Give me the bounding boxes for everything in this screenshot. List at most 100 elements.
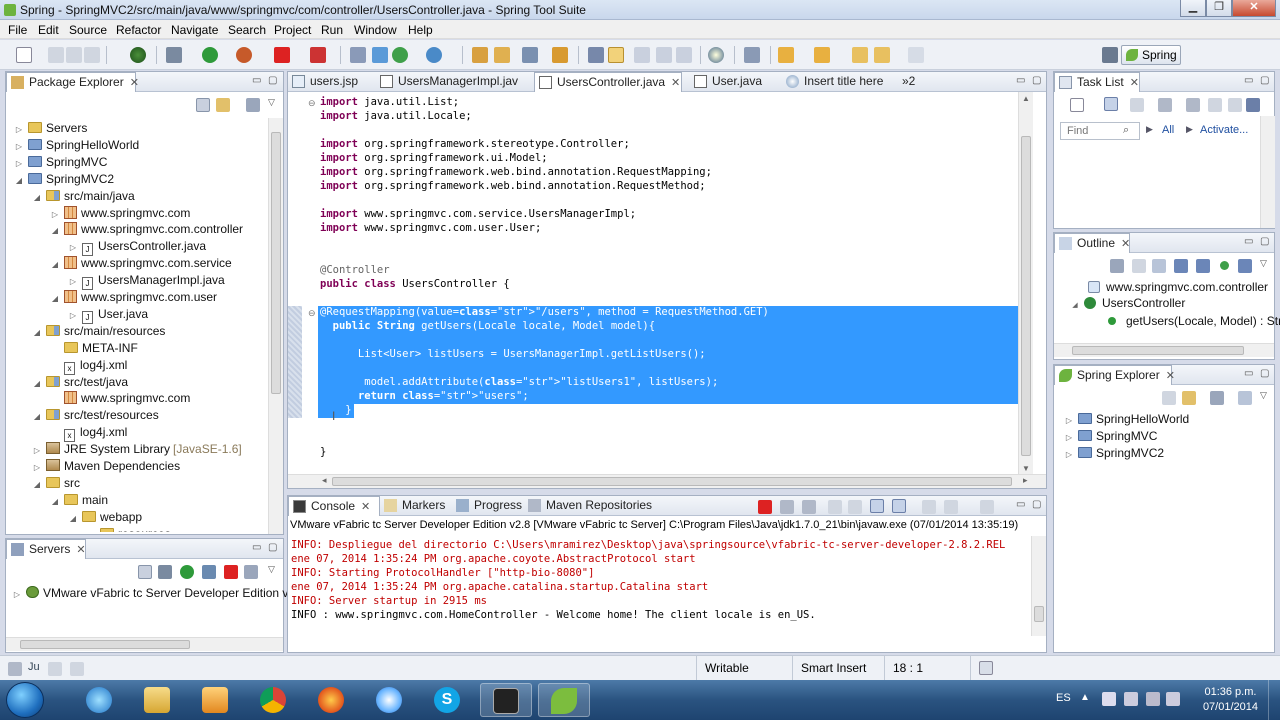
taskbar-explorer[interactable] [132,683,184,717]
expand-icon[interactable]: ▷ [14,155,24,172]
package-explorer-item[interactable]: ▷ SpringMVC [14,154,107,171]
minimize-icon[interactable]: ▭ [1016,499,1025,510]
new-task-icon[interactable] [1070,98,1084,112]
menu-project[interactable]: Project [274,23,311,37]
maximize-icon[interactable]: ▢ [268,542,277,553]
outline-item[interactable]: getUsers(Locale, Model) : Stri [1108,313,1280,330]
link-with-editor-icon[interactable] [216,98,230,112]
open-type-icon[interactable] [472,47,488,63]
remove-all-icon[interactable] [802,500,816,514]
package-explorer-item[interactable]: ▷ J UsersController.java [68,238,206,257]
minimize-icon[interactable]: ▭ [1244,236,1253,247]
spring-project-item[interactable]: ▷ SpringMVC2 [1064,445,1164,462]
package-explorer-item[interactable]: ▷ www.springmvc.com [50,205,190,222]
hide-static-icon[interactable] [1196,259,1210,273]
tab-console[interactable]: Console ✕ [288,496,380,516]
restore-button[interactable]: ❐ [1206,0,1232,17]
expand-icon[interactable]: ◢ [50,256,60,273]
close-icon[interactable]: ✕ [76,544,85,556]
package-explorer-item[interactable]: ◢ www.springmvc.com.user [50,289,217,306]
tab-userscontroller[interactable]: UsersController.java ✕ [534,72,682,92]
stop-icon[interactable] [274,47,290,63]
expand-icon[interactable]: ◢ [50,222,60,239]
spring-project-item[interactable]: ▷ SpringHelloWorld [1064,411,1189,428]
hide-fields-icon[interactable] [1174,259,1188,273]
filter-all-link[interactable]: All [1162,124,1174,136]
tab-package-explorer[interactable]: Package Explorer ✕ [6,72,139,92]
expand-icon[interactable]: ◢ [32,408,42,425]
package-explorer-item[interactable]: ◢ src/test/java [32,374,128,391]
clock[interactable]: 01:36 p.m. 07/01/2014 [1203,685,1258,715]
minimize-button[interactable]: ▁ [1180,0,1206,17]
sync-icon[interactable] [1228,98,1242,112]
outline-item[interactable]: www.springmvc.com.controller [1088,279,1268,296]
close-icon[interactable]: ✕ [361,501,370,513]
package-explorer-item[interactable]: ◢ src/main/java [32,188,135,205]
maximize-icon[interactable]: ▢ [1032,75,1041,86]
hide-local-types-icon[interactable] [1238,259,1252,273]
terminate-icon[interactable] [758,500,772,514]
package-explorer-item[interactable]: ◢ www.springmvc.com.service [50,255,232,272]
chevron-down-icon[interactable]: ▽ [1260,258,1267,269]
open-folder-icon[interactable] [552,47,568,63]
maximize-icon[interactable]: ▢ [1260,368,1269,379]
external-tools-icon[interactable] [236,47,252,63]
open-task-icon[interactable] [494,47,510,63]
taskbar-chrome[interactable] [248,683,300,717]
package-explorer-item[interactable]: ▷ JRE System Library [JavaSE-1.6] [32,441,242,458]
remove-launch-icon[interactable] [780,500,794,514]
package-explorer-item[interactable]: x log4j.xml [50,424,127,443]
open-perspective-icon[interactable] [1102,47,1118,63]
chevron-down-icon[interactable]: ▽ [268,97,275,108]
back-icon[interactable] [874,47,890,63]
filter-icon[interactable] [1210,391,1224,405]
taskbar-itunes[interactable] [364,683,416,717]
taskbar-firefox[interactable] [306,683,358,717]
expand-icon[interactable]: ◢ [14,172,24,189]
show-on-stdout-icon[interactable] [870,499,884,513]
refresh-icon[interactable] [426,47,442,63]
categorized-icon[interactable] [1104,97,1118,111]
collapse-all-icon[interactable] [196,98,210,112]
expand-icon[interactable]: ▷ [14,121,24,138]
activate-link[interactable]: Activate... [1200,124,1248,136]
expand-icon[interactable]: ◢ [68,510,78,527]
memory-icon[interactable] [979,661,993,675]
power-icon[interactable] [1166,692,1180,706]
expand-icon[interactable]: ◢ [32,189,42,206]
print-icon[interactable] [84,47,100,63]
package-explorer-item[interactable]: META-INF [50,340,138,357]
close-icon[interactable]: ✕ [671,77,680,89]
hide-completed-icon[interactable] [1158,98,1172,112]
taskbar-ie[interactable] [74,683,126,717]
scrollbar-thumb[interactable] [1034,606,1044,622]
prev-annotation-icon[interactable] [814,47,830,63]
server-row[interactable]: ▷ VMware vFabric tc Server Developer Edit… [12,585,305,602]
outline-item[interactable]: ◢ UsersController [1070,295,1185,312]
new-class-icon[interactable] [392,47,408,63]
editor-hscrollbar[interactable]: ◂ ▸ [288,474,1046,488]
pin-console-icon[interactable] [922,500,936,514]
package-explorer-item[interactable]: ◢ src/main/resources [32,323,165,340]
menu-file[interactable]: File [8,23,27,37]
minimize-icon[interactable]: ▭ [1244,368,1253,379]
mark-occurrences-icon[interactable] [608,47,624,63]
expand-icon[interactable]: ▷ [32,459,42,476]
save-icon[interactable] [48,47,64,63]
scrollbar-thumb[interactable] [20,640,190,649]
console-output[interactable]: INFO: Despliegue del directorio C:\Users… [288,536,1028,636]
menu-refactor[interactable]: Refactor [116,23,161,37]
tab-insert-title[interactable]: Insert title here [782,72,898,92]
maximize-icon[interactable]: ▢ [1260,75,1269,86]
package-explorer-item[interactable]: ▷ Servers [14,120,87,137]
show-source-icon[interactable] [676,47,692,63]
expand-icon[interactable]: ◢ [50,290,60,307]
package-explorer-item[interactable]: ▷ J UsersManagerImpl.java [68,272,225,291]
tab-servers[interactable]: Servers ✕ [6,539,86,559]
tab-markers[interactable]: Markers [380,496,452,516]
chevron-down-icon[interactable]: ▽ [1260,390,1267,401]
maximize-icon[interactable]: ▢ [1032,499,1041,510]
close-icon[interactable]: ✕ [1130,77,1139,89]
minimize-icon[interactable]: ▭ [252,542,261,553]
scrollbar-thumb[interactable] [1021,136,1031,456]
